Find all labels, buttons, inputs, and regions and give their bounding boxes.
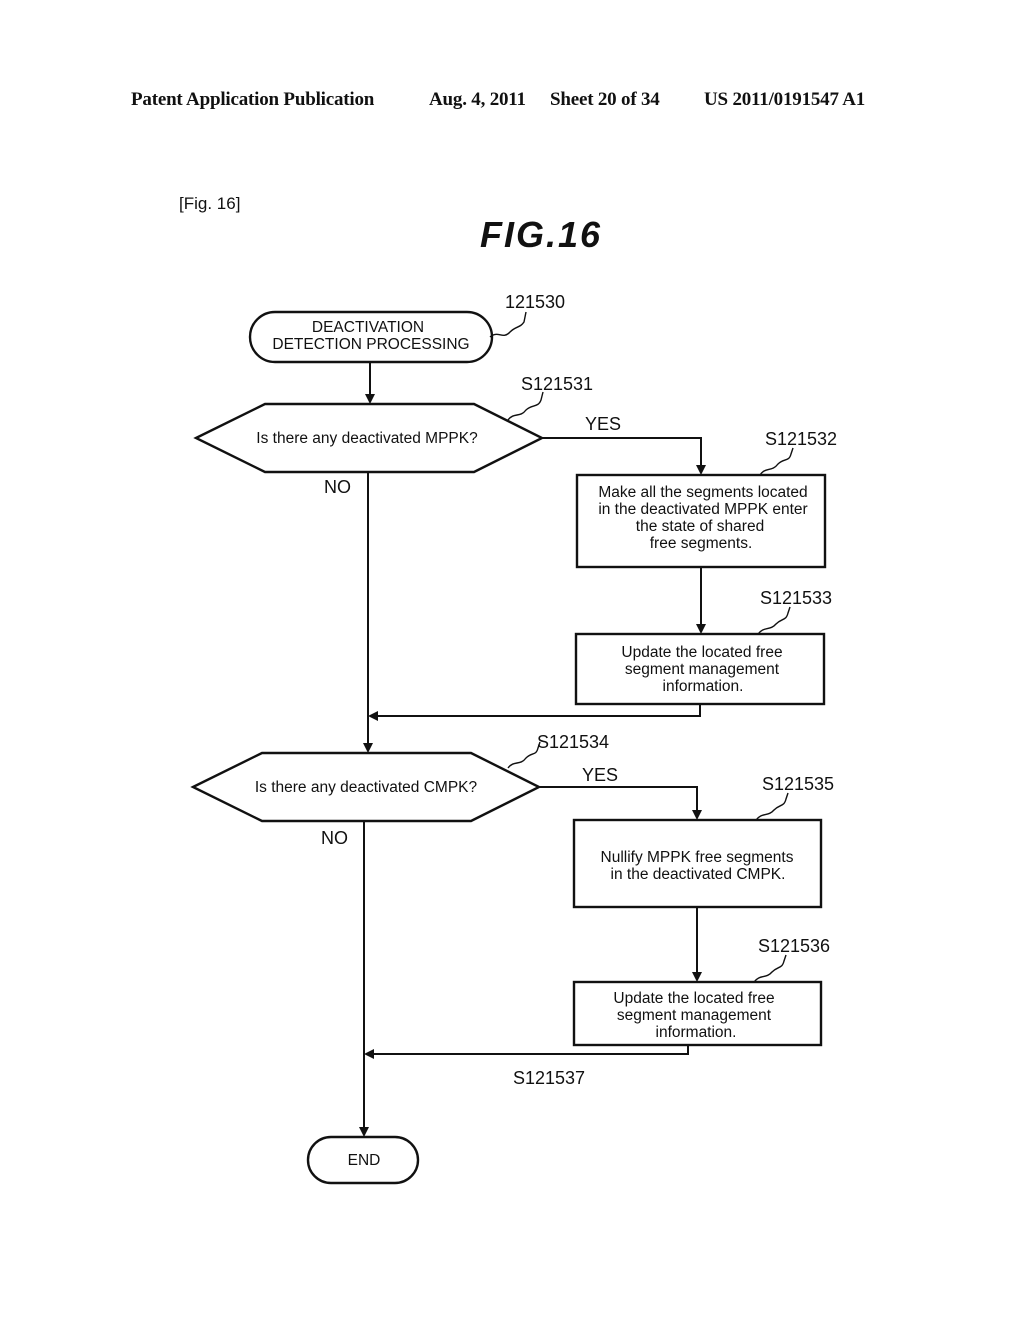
process-nullify-segments: Nullify MPPK free segments in the deacti… — [572, 774, 834, 909]
arrowhead — [365, 394, 375, 404]
decision-mppk-leader-squiggle — [507, 391, 544, 421]
process-line: the state of shared — [636, 518, 764, 535]
arrowhead — [692, 972, 702, 982]
connector-return-1 — [376, 704, 701, 717]
process-line: segment management — [625, 661, 780, 678]
decision-mppk-yes-label: YES — [585, 414, 621, 434]
start-ref: 121530 — [505, 292, 565, 312]
start-line-1: DEACTIVATION — [312, 319, 424, 336]
start-leader-squiggle — [489, 311, 527, 338]
arrowhead — [696, 465, 706, 475]
process-ref: S121532 — [765, 429, 837, 449]
arrowhead — [363, 743, 373, 753]
process-line: segment management — [617, 1007, 772, 1024]
process-line: in the deactivated MPPK enter — [598, 501, 807, 518]
decision-mppk-no-label: NO — [324, 477, 351, 497]
arrowhead — [368, 711, 378, 721]
decision-cmpk-ref: S121534 — [537, 732, 609, 752]
process-line: Make all the segments located — [598, 484, 807, 501]
process-leader-squiggle — [753, 954, 787, 983]
arrowhead — [696, 624, 706, 634]
decision-cmpk-text: Is there any deactivated CMPK? — [255, 779, 478, 796]
decision-cmpk-yes-label: YES — [582, 765, 618, 785]
process-leader-squiggle — [755, 792, 789, 821]
process-line: Nullify MPPK free segments — [601, 849, 794, 866]
connector-return-2 — [372, 1045, 689, 1055]
merge-ref: S121537 — [513, 1068, 585, 1088]
arrowhead — [364, 1049, 374, 1059]
process-ref: S121536 — [758, 936, 830, 956]
process-line: information. — [663, 678, 744, 695]
process-line: information. — [656, 1024, 737, 1041]
process-update-info-2: Update the located free segment manageme… — [572, 936, 830, 1047]
process-line: Update the located free — [613, 990, 774, 1007]
process-line: Update the located free — [621, 644, 782, 661]
decision-mppk-ref: S121531 — [521, 374, 593, 394]
process-make-shared-free: Make all the segments located in the dea… — [575, 429, 837, 569]
process-leader-squiggle — [759, 447, 794, 476]
decision-mppk-text: Is there any deactivated MPPK? — [256, 430, 478, 447]
process-ref: S121535 — [762, 774, 834, 794]
decision-cmpk-leader-squiggle — [507, 741, 541, 769]
process-leader-squiggle — [757, 606, 791, 635]
start-terminator: DEACTIVATION DETECTION PROCESSING 121530 — [248, 292, 565, 364]
flowchart: DEACTIVATION DETECTION PROCESSING 121530… — [190, 292, 837, 1185]
decision-mppk: Is there any deactivated MPPK? S121531 Y… — [193, 374, 621, 497]
process-update-info-1: Update the located free segment manageme… — [574, 588, 832, 706]
process-line: free segments. — [650, 535, 753, 552]
connector-yes-cmpk — [539, 786, 698, 812]
start-line-2: DETECTION PROCESSING — [272, 336, 469, 353]
process-line: in the deactivated CMPK. — [611, 866, 786, 883]
arrowhead — [359, 1127, 369, 1137]
process-ref: S121533 — [760, 588, 832, 608]
decision-cmpk-no-label: NO — [321, 828, 348, 848]
connector-yes-mppk — [542, 437, 702, 467]
decision-cmpk: Is there any deactivated CMPK? S121534 Y… — [190, 732, 618, 848]
arrowhead — [692, 810, 702, 820]
end-terminator: END — [306, 1135, 420, 1185]
end-text: END — [348, 1152, 381, 1169]
